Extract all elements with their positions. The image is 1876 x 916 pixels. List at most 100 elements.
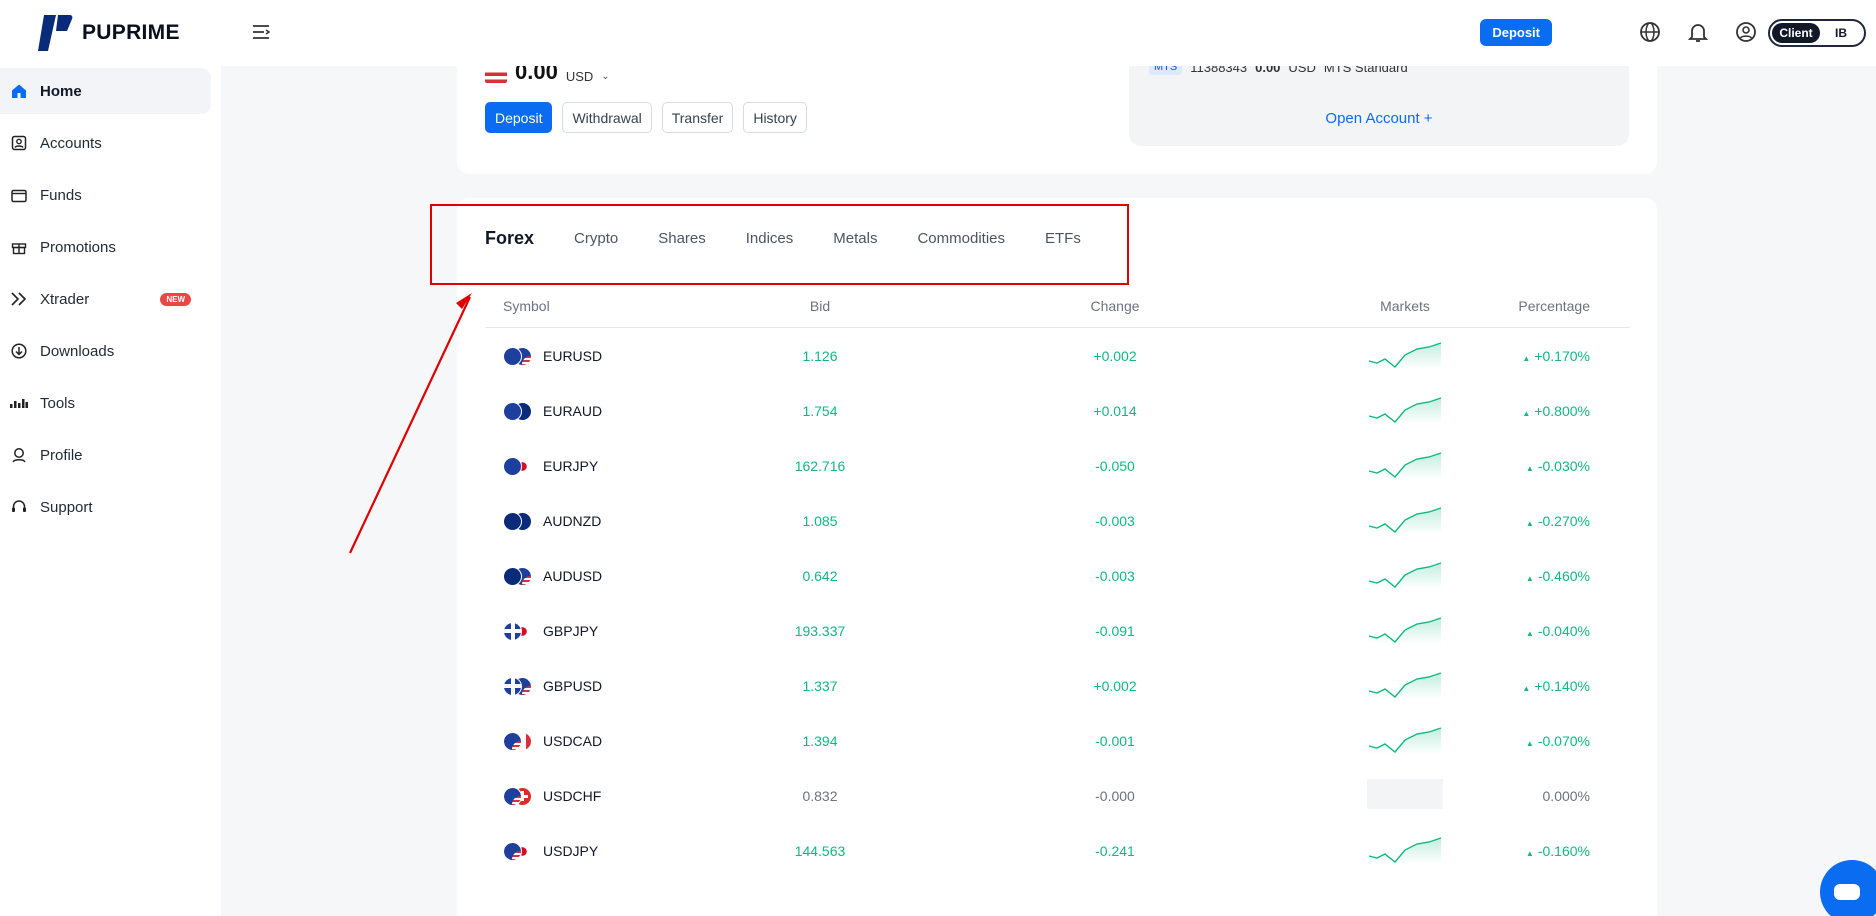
chat-support-button[interactable] [1820, 860, 1876, 916]
wallet-icon [10, 186, 28, 204]
table-row[interactable]: USDCAD 1.394 -0.001 ▲ -0.070% [485, 713, 1630, 768]
brand-name: PUPRIME [82, 21, 180, 44]
sidebar-item-profile[interactable]: Profile [0, 432, 211, 478]
toggle-client[interactable]: Client [1772, 23, 1820, 43]
bid-cell: 1.394 [802, 732, 838, 749]
menu-toggle-icon[interactable] [251, 22, 271, 42]
markets-cell [1335, 449, 1475, 482]
tab-commodities[interactable]: Commodities [917, 230, 1005, 247]
account-currency: USD [1288, 66, 1316, 75]
account-card: 0.00 USD ⌄ Deposit Withdrawal Transfer H… [457, 66, 1657, 174]
history-button[interactable]: History [743, 102, 807, 133]
tab-indices[interactable]: Indices [746, 230, 794, 247]
tab-metals[interactable]: Metals [833, 230, 877, 247]
sidebar-item-label: Tools [40, 394, 76, 412]
sparkline-chart [1368, 672, 1442, 699]
table-row[interactable]: AUDNZD 1.085 -0.003 ▲ -0.270% [485, 493, 1630, 548]
sidebar-item-downloads[interactable]: Downloads [0, 328, 211, 374]
markets-cell [1335, 614, 1475, 647]
chevron-down-icon[interactable]: ⌄ [601, 71, 609, 82]
change-cell: -0.091 [1095, 622, 1135, 639]
table-row[interactable]: EURAUD 1.754 +0.014 ▲ +0.800% [485, 383, 1630, 438]
user-account-icon[interactable] [1734, 20, 1758, 44]
change-cell: -0.001 [1095, 732, 1135, 749]
sidebar-item-label: Support [40, 498, 93, 516]
symbol-cell: USDCHF [485, 785, 745, 807]
sidebar-nav: Home Accounts Funds Promotions Xtrader NEW Dow… [0, 68, 221, 536]
table-row[interactable]: GBPUSD 1.337 +0.002 ▲ +0.140% [485, 658, 1630, 713]
deposit-button[interactable]: Deposit [485, 102, 553, 133]
table-row[interactable]: USDCHF 0.832 -0.000 0.000% [485, 768, 1630, 823]
logo[interactable]: PUPRIME [34, 12, 180, 54]
caret-up-icon: ▲ [1525, 738, 1534, 748]
table-row[interactable]: EURJPY 162.716 -0.050 ▲ -0.030% [485, 438, 1630, 493]
percentage-value: -0.040% [1537, 622, 1590, 639]
percentage-cell: ▲ -0.030% [1475, 458, 1630, 474]
bid-cell: 1.085 [802, 512, 838, 529]
percentage-cell: ▲ -0.160% [1475, 843, 1630, 859]
currency-flags-icon [503, 730, 533, 752]
transfer-button[interactable]: Transfer [661, 102, 734, 133]
sidebar-item-home[interactable]: Home [0, 68, 211, 114]
download-icon [10, 342, 28, 360]
markets-cell [1335, 394, 1475, 427]
percentage-value: -0.270% [1537, 512, 1590, 529]
table-row[interactable]: AUDUSD 0.642 -0.003 ▲ -0.460% [485, 548, 1630, 603]
client-ib-toggle[interactable]: Client IB [1768, 19, 1866, 47]
open-account-link[interactable]: Open Account + [1129, 110, 1629, 127]
col-markets: Markets [1380, 297, 1430, 314]
sidebar-item-funds[interactable]: Funds [0, 172, 211, 218]
caret-up-icon: ▲ [1525, 518, 1534, 528]
symbol-name: AUDUSD [543, 567, 603, 584]
balance-amount: 0.00 [515, 66, 558, 84]
top-deposit-button[interactable]: Deposit [1480, 19, 1552, 46]
col-symbol: Symbol [503, 297, 550, 314]
caret-up-icon: ▲ [1525, 628, 1534, 638]
change-cell: -0.003 [1095, 512, 1135, 529]
caret-up-icon: ▲ [1522, 353, 1531, 363]
puprime-logo-icon [38, 15, 73, 51]
accounts-icon [10, 134, 28, 152]
markets-cell [1335, 559, 1475, 592]
sparkline-chart [1368, 837, 1442, 864]
bell-icon[interactable] [1686, 20, 1710, 44]
percentage-cell: ▲ +0.800% [1475, 403, 1630, 419]
sidebar-item-label: Xtrader [40, 290, 90, 308]
chat-icon [1834, 884, 1860, 900]
markets-cell [1335, 339, 1475, 372]
withdrawal-button[interactable]: Withdrawal [562, 102, 652, 133]
profile-icon [10, 446, 28, 464]
tab-shares[interactable]: Shares [658, 230, 706, 247]
sidebar-item-label: Promotions [40, 238, 116, 256]
table-row[interactable]: EURUSD 1.126 +0.002 ▲ +0.170% [485, 328, 1630, 383]
globe-icon[interactable] [1638, 20, 1662, 44]
tab-etfs[interactable]: ETFs [1045, 230, 1081, 247]
sidebar-item-accounts[interactable]: Accounts [0, 120, 211, 166]
change-cell: +0.002 [1093, 677, 1137, 694]
xtrader-icon [10, 290, 28, 308]
market-table: Symbol Bid Change Markets Percentage EUR… [485, 284, 1630, 878]
percentage-cell: ▲ -0.270% [1475, 513, 1630, 529]
symbol-name: GBPUSD [543, 677, 603, 694]
trading-account-panel: MTS 11388343 0.00 USD MTS Standard Open … [1129, 66, 1629, 146]
bid-cell: 193.337 [794, 622, 846, 639]
sidebar-item-promotions[interactable]: Promotions [0, 224, 211, 270]
table-row[interactable]: USDJPY 144.563 -0.241 ▲ -0.160% [485, 823, 1630, 878]
account-number: 11388343 [1190, 66, 1248, 75]
headset-icon [10, 498, 28, 516]
change-cell: +0.002 [1093, 347, 1137, 364]
sparkline-chart [1368, 397, 1442, 424]
sidebar-item-xtrader[interactable]: Xtrader NEW [0, 276, 211, 322]
percentage-cell: ▲ -0.040% [1475, 623, 1630, 639]
tab-crypto[interactable]: Crypto [574, 230, 618, 247]
bid-cell: 144.563 [794, 842, 846, 859]
caret-up-icon: ▲ [1525, 463, 1534, 473]
sidebar-item-label: Funds [40, 186, 82, 204]
tab-forex[interactable]: Forex [485, 228, 534, 249]
sidebar-item-tools[interactable]: Tools [0, 380, 211, 426]
caret-up-icon: ▲ [1525, 573, 1534, 583]
bid-cell: 1.126 [802, 347, 838, 364]
toggle-ib[interactable]: IB [1820, 26, 1862, 40]
table-row[interactable]: GBPJPY 193.337 -0.091 ▲ -0.040% [485, 603, 1630, 658]
sidebar-item-support[interactable]: Support [0, 484, 211, 530]
